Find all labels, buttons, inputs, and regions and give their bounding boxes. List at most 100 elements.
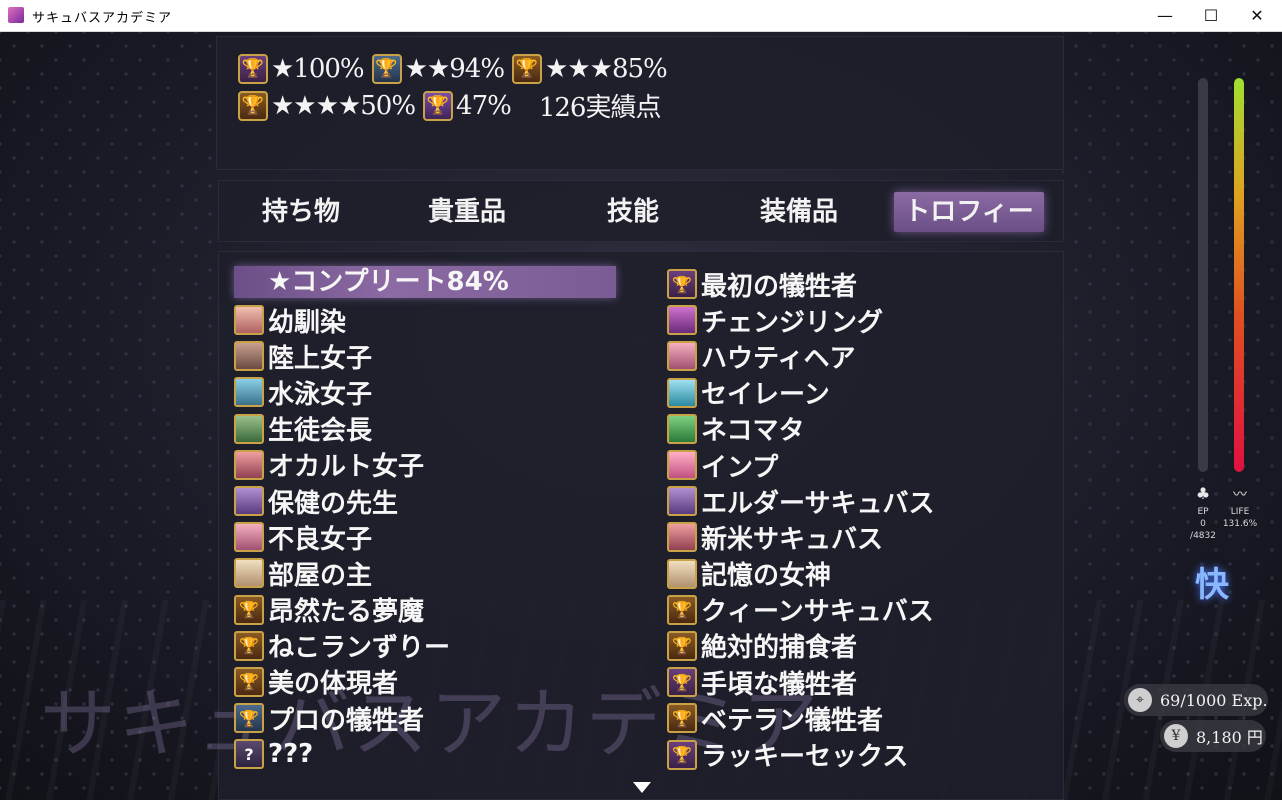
trophy-gold-icon: 🏆 <box>234 594 264 625</box>
list-item[interactable]: 🏆 クィーンサキュバス <box>667 592 934 628</box>
list-item[interactable]: ネコマタ <box>667 411 934 447</box>
list-item[interactable]: エルダーサキュバス <box>667 483 934 519</box>
window-title: サキュバスアカデミア <box>32 11 173 26</box>
portrait-icon <box>234 341 264 372</box>
list-item-label: チェンジリング <box>701 307 884 338</box>
portrait-icon <box>234 413 264 444</box>
maximize-button[interactable]: ☐ <box>1188 0 1234 31</box>
list-item-label: インプ <box>701 452 779 483</box>
list-item[interactable]: 🏆 手頃な犠牲者 <box>667 664 934 700</box>
inventory-tabs: 持ち物 貴重品 技能 装備品 トロフィー <box>218 192 1064 232</box>
list-item[interactable]: 🏆 昂然たる夢魔 <box>234 592 616 628</box>
trophy-blue-icon: 🏆 <box>234 703 264 734</box>
list-item[interactable]: 生徒会長 <box>234 411 616 447</box>
trophy-gold-icon: 🏆 <box>238 90 268 121</box>
tab-skills[interactable]: 技能 <box>550 192 716 232</box>
tab-equipment[interactable]: 装備品 <box>716 192 882 232</box>
life-pulse-icon: 〰 <box>1233 487 1247 503</box>
list-item[interactable]: 🏆 美の体現者 <box>234 664 616 700</box>
list-item-label: 絶対的捕食者 <box>701 633 858 664</box>
trophy-gold-icon: 🏆 <box>667 703 697 734</box>
summary-stat-text: ★★★85% <box>545 53 668 84</box>
list-item-label: ベテラン犠牲者 <box>701 705 884 736</box>
trophy-gold-icon: 🏆 <box>234 630 264 661</box>
list-item[interactable]: チェンジリング <box>667 302 934 338</box>
money-text: 8,180 円 <box>1196 728 1263 747</box>
list-item[interactable]: 不良女子 <box>234 519 616 555</box>
list-item-label: 新米サキュバス <box>701 524 884 555</box>
list-item[interactable]: ???? <box>234 736 616 772</box>
life-meter-fill <box>1234 78 1244 472</box>
portrait-icon <box>234 522 264 553</box>
list-item[interactable]: 🏆 ラッキーセックス <box>667 736 934 772</box>
list-item[interactable]: 🏆 最初の犠牲者 <box>667 266 934 302</box>
ep-meter <box>1198 78 1208 472</box>
scroll-down-arrow-icon[interactable] <box>633 782 651 793</box>
list-item[interactable]: オカルト女子 <box>234 447 616 483</box>
list-item[interactable]: 🏆 絶対的捕食者 <box>667 628 934 664</box>
summary-stat-text: 47% <box>456 90 512 121</box>
list-item[interactable]: インプ <box>667 447 934 483</box>
list-item-label: 幼馴染 <box>268 307 347 338</box>
list-item-label: 手頃な犠牲者 <box>701 669 858 700</box>
summary-row-1: 🏆 ★100% 🏆 ★★94% 🏆 ★★★85% <box>238 50 675 87</box>
list-item[interactable]: 新米サキュバス <box>667 519 934 555</box>
tab-trophies[interactable]: トロフィー <box>894 192 1044 232</box>
portrait-icon <box>234 558 264 589</box>
list-item-label: 最初の犠牲者 <box>701 271 858 302</box>
trophy-blue-icon: 🏆 <box>371 53 402 84</box>
ep-max: /4832 <box>1190 531 1216 541</box>
trophy-list-left: ★コンプリート84% 幼馴染 陸上女子 水泳女子 生徒会長 オカルト女子 保健の… <box>234 266 616 772</box>
tab-items[interactable]: 持ち物 <box>218 192 384 232</box>
completion-header[interactable]: ★コンプリート84% <box>234 266 616 298</box>
list-item-label: エルダーサキュバス <box>701 488 935 519</box>
money-display: ¥ 8,180 円 <box>1160 720 1266 752</box>
trophy-gold-icon: 🏆 <box>667 630 697 661</box>
tab-valuables[interactable]: 貴重品 <box>384 192 550 232</box>
ep-clover-icon: ♣ <box>1195 484 1211 503</box>
list-item[interactable]: 部屋の主 <box>234 555 616 591</box>
minimize-button[interactable]: — <box>1142 0 1188 31</box>
summary-stat-star4: 🏆 ★★★★50% <box>238 90 416 121</box>
trophy-purple-icon: 🏆 <box>667 667 697 698</box>
list-item-label: オカルト女子 <box>268 452 425 483</box>
list-item[interactable]: 🏆 プロの犠牲者 <box>234 700 616 736</box>
portrait-icon <box>667 305 697 336</box>
list-item-label: 水泳女子 <box>268 379 373 410</box>
list-item[interactable]: ハウティヘア <box>667 338 934 374</box>
list-item[interactable]: 🏆 ねこランずりー <box>234 628 616 664</box>
list-item-label: 昂然たる夢魔 <box>268 597 425 628</box>
compass-icon: ⌖ <box>1128 688 1152 712</box>
portrait-icon <box>234 305 264 336</box>
trophy-purple-icon: 🏆 <box>667 269 697 300</box>
list-item-label: 美の体現者 <box>268 669 399 700</box>
list-item-label: ねこランずりー <box>268 633 451 664</box>
summary-stat-text: ★100% <box>271 53 365 84</box>
trophy-purple-icon: 🏆 <box>667 739 697 770</box>
summary-stat-text: ★★94% <box>404 53 505 84</box>
trophy-gold-icon: 🏆 <box>667 594 697 625</box>
exp-text: 69/1000 Exp. <box>1160 690 1268 710</box>
ep-label: EP <box>1197 507 1209 517</box>
achievement-points: 126実績点 <box>538 87 662 124</box>
summary-stat-star1: 🏆 ★100% <box>238 53 365 84</box>
list-item[interactable]: 水泳女子 <box>234 374 616 410</box>
life-value: 131.6% <box>1222 519 1258 529</box>
portrait-icon <box>667 450 697 481</box>
life-readout: LIFE 131.6% <box>1220 506 1260 530</box>
list-item[interactable]: 幼馴染 <box>234 302 616 338</box>
close-button[interactable]: ✕ <box>1234 0 1280 31</box>
list-item-label: セイレーン <box>701 380 830 411</box>
list-item-label: ??? <box>268 739 314 770</box>
summary-row-2: 🏆 ★★★★50% 🏆 47% 126実績点 <box>238 87 675 124</box>
list-item[interactable]: 記憶の女神 <box>667 556 934 592</box>
trophy-summary: 🏆 ★100% 🏆 ★★94% 🏆 ★★★85% 🏆 ★★★★50% 🏆 47% <box>238 50 675 124</box>
list-item[interactable]: 🏆 ベテラン犠牲者 <box>667 700 934 736</box>
list-item[interactable]: 陸上女子 <box>234 338 616 374</box>
portrait-icon <box>667 341 697 372</box>
list-item[interactable]: 保健の先生 <box>234 483 616 519</box>
list-item-label: 不良女子 <box>268 524 373 555</box>
trophy-violet-icon: 🏆 <box>423 90 454 121</box>
achievement-points-text: 126実績点 <box>538 93 662 123</box>
list-item[interactable]: セイレーン <box>667 375 934 411</box>
